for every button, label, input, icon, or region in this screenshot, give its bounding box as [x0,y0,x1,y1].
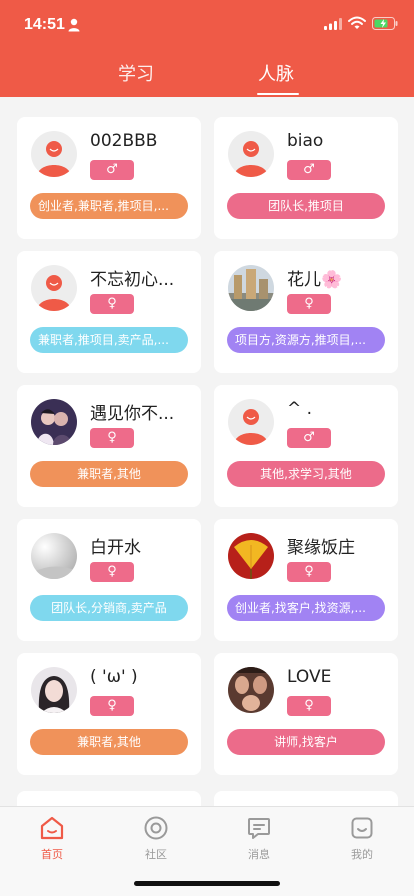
contact-name: 聚缘饭庄 [287,538,355,558]
contact-name: 不忘初心... [90,270,175,290]
nav-profile[interactable]: 我的 [332,815,392,862]
person-icon [68,18,80,32]
contact-tags: 创业者,兼职者,推项目,... [30,193,188,219]
nav-label: 我的 [351,848,373,861]
contact-card[interactable]: 花儿🌸 ♀ 项目方,资源方,推项目,... [214,251,398,373]
contact-card[interactable]: 白开水 ♀ 团队长,分销商,卖产品 [17,519,201,641]
female-icon: ♀ [90,428,134,448]
contact-card[interactable]: ^ . ♂ 其他,求学习,其他 [214,385,398,507]
avatar-photo [228,533,274,579]
home-icon [40,816,64,840]
default-avatar [31,265,77,311]
home-indicator [134,881,280,886]
female-icon: ♀ [287,696,331,716]
female-icon: ♀ [90,562,134,582]
contact-tags: 兼职者,其他 [30,461,188,487]
female-icon: ♀ [90,696,134,716]
avatar-photo [31,667,77,713]
male-icon: ♂ [287,428,331,448]
contact-name: 白开水 [90,538,141,558]
female-icon: ♀ [287,562,331,582]
contact-card[interactable]: LOVE ♀ 讲师,找客户 [214,653,398,775]
avatar-photo [31,533,77,579]
tab-study[interactable]: 学习 [118,60,154,86]
status-time: 14:51 [24,16,65,33]
contact-name: biao [287,131,324,151]
contact-tags: 兼职者,其他 [30,729,188,755]
contact-card[interactable]: ( 'ω' ) ♀ 兼职者,其他 [17,653,201,775]
female-icon: ♀ [287,294,331,314]
default-avatar [31,131,77,177]
top-tabs: 学习 人脉 [0,60,414,95]
female-icon: ♀ [90,294,134,314]
nav-messages[interactable]: 消息 [229,815,289,862]
contact-card[interactable]: 聚缘饭庄 ♀ 创业者,找客户,找资源,... [214,519,398,641]
tab-contacts[interactable]: 人脉 [258,60,294,86]
profile-icon [351,817,373,839]
avatar-photo [228,667,274,713]
contact-card[interactable]: 不忘初心... ♀ 兼职者,推项目,卖产品,... [17,251,201,373]
contact-name: 遇见你不... [90,404,175,424]
nav-home[interactable]: 首页 [22,815,82,862]
contact-name: 花儿🌸 [287,270,343,290]
contact-name: ^ . [287,399,313,419]
avatar-photo [228,265,274,311]
nav-label: 首页 [41,848,63,861]
active-tab-indicator [257,93,299,95]
nav-community[interactable]: 社区 [126,815,186,862]
status-bar: 14:51 [0,0,414,50]
contact-name: LOVE [287,667,332,687]
contact-tags: 创业者,找客户,找资源,... [227,595,385,621]
nav-label: 社区 [145,848,167,861]
male-icon: ♂ [90,160,134,180]
message-icon [248,818,270,839]
contact-tags: 项目方,资源方,推项目,... [227,327,385,353]
default-avatar [228,399,274,445]
wifi-icon [348,16,366,29]
contact-tags: 团队长,分销商,卖产品 [30,595,188,621]
community-icon [144,816,168,840]
nav-label: 消息 [248,848,270,861]
contact-tags: 其他,求学习,其他 [227,461,385,487]
signal-icon [324,18,342,30]
contact-card[interactable]: biao ♂ 团队长,推项目 [214,117,398,239]
avatar-photo [31,399,77,445]
contact-tags: 兼职者,推项目,卖产品,... [30,327,188,353]
default-avatar [228,131,274,177]
contact-card[interactable]: 遇见你不... ♀ 兼职者,其他 [17,385,201,507]
contact-name: 002BBB [90,131,158,151]
battery-icon [372,17,398,30]
male-icon: ♂ [287,160,331,180]
contact-tags: 讲师,找客户 [227,729,385,755]
contact-name: ( 'ω' ) [90,667,138,687]
contact-tags: 团队长,推项目 [227,193,385,219]
top-bar: 14:51 学习 人脉 [0,0,414,97]
contact-card[interactable]: 002BBB ♂ 创业者,兼职者,推项目,... [17,117,201,239]
